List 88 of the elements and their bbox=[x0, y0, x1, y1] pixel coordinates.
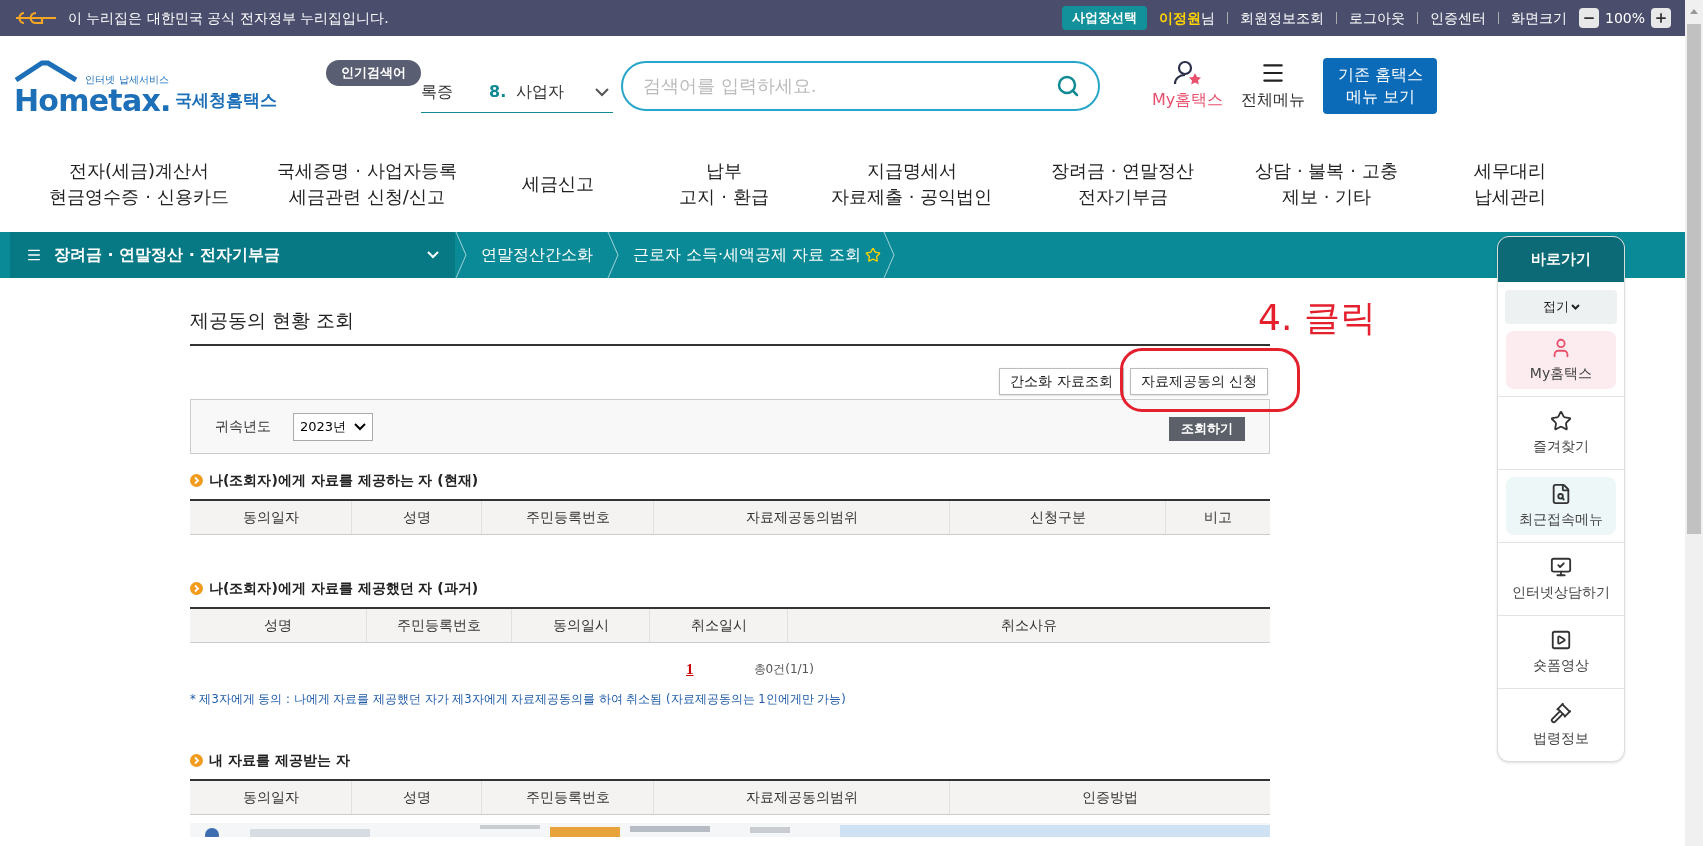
column-header: 성명 bbox=[351, 501, 481, 534]
star-icon[interactable] bbox=[865, 247, 882, 263]
chevron-down-icon bbox=[595, 87, 609, 97]
main-menu-item[interactable]: 세금신고 bbox=[476, 170, 640, 197]
top-link[interactable]: 로그아웃 bbox=[1348, 7, 1405, 29]
user-greeting: 이정원님 bbox=[1158, 8, 1215, 28]
house-roof-icon bbox=[14, 59, 78, 82]
column-header: 주민등록번호 bbox=[481, 780, 653, 814]
scroll-up-arrow-icon[interactable] bbox=[1689, 8, 1699, 14]
logo-name: 국세청홈택스 bbox=[174, 89, 277, 112]
popular-badge[interactable]: 인기검색어 bbox=[326, 59, 421, 86]
action-button[interactable]: 자료제공동의 신청 bbox=[1129, 368, 1268, 395]
column-header: 인증방법 bbox=[949, 780, 1270, 814]
quick-menu-item[interactable]: 숏폼영상 bbox=[1498, 623, 1624, 681]
main-menu-item[interactable]: 세무대리 납세관리 bbox=[1423, 157, 1597, 210]
quick-menu-item[interactable]: 인터넷상담하기 bbox=[1498, 550, 1624, 608]
menu-icon bbox=[26, 247, 42, 263]
all-menu-link[interactable]: 전체메뉴 bbox=[1241, 59, 1306, 112]
quick-menu-item[interactable]: My홈택스 bbox=[1506, 331, 1616, 389]
breadcrumb-link[interactable]: 연말정산간소화 bbox=[467, 243, 607, 267]
column-header: 신청구분 bbox=[949, 501, 1165, 534]
category-menu[interactable]: 장려금 · 연말정산 · 전자기부금 bbox=[10, 232, 455, 278]
main-menu-item[interactable]: 국세증명 · 사업자등록 세금관련 신청/신고 bbox=[258, 157, 476, 210]
workplace-button[interactable]: 사업장선택 bbox=[1061, 6, 1147, 30]
main-menu-item[interactable]: 전자(세금)계산서 현금영수증 · 신용카드 bbox=[20, 157, 258, 210]
logo-tagline: 인터넷 납세서비스 bbox=[85, 73, 169, 86]
page-link[interactable]: 1 bbox=[686, 658, 694, 681]
top-link[interactable]: 회원정보조회 bbox=[1239, 7, 1324, 29]
document-search-icon bbox=[1550, 482, 1572, 505]
search-icon[interactable] bbox=[1056, 73, 1080, 98]
play-icon bbox=[1550, 628, 1572, 651]
column-header: 취소사유 bbox=[787, 609, 1270, 642]
zoom-in-button[interactable] bbox=[1651, 8, 1671, 28]
zoom-value: 100% bbox=[1604, 8, 1645, 28]
column-header: 성명 bbox=[263, 616, 293, 635]
scrollbar-thumb[interactable] bbox=[1687, 24, 1701, 534]
total-count: 총0건(1/1) bbox=[753, 661, 814, 679]
quick-menu-title: 바로가기 bbox=[1498, 237, 1624, 282]
chevron-down-icon bbox=[1570, 303, 1580, 311]
column-header: 취소일시 bbox=[649, 609, 787, 642]
annotation-text: 4. 클릭 bbox=[1258, 298, 1376, 338]
notice-text: 이 누리집은 대한민국 공식 전자정부 누리집입니다. bbox=[68, 8, 389, 28]
quick-menu-item[interactable]: 최근접속메뉴 bbox=[1506, 477, 1616, 535]
collapse-button[interactable]: 접기 bbox=[1505, 290, 1617, 324]
gavel-icon bbox=[1550, 701, 1572, 724]
bullet-icon bbox=[190, 474, 203, 487]
section-title: 나(조회자)에게 자료를 제공하는 자 (현재) bbox=[209, 471, 479, 490]
category-select[interactable]: 록증 8. 사업자 bbox=[421, 72, 613, 113]
section-title: 나(조회자)에게 자료를 제공했던 자 (과거) bbox=[209, 579, 479, 598]
main-menu-item[interactable]: 지급명세서 자료제출 · 공익법인 bbox=[808, 157, 1015, 210]
note-text: * 제3자에게 동의 : 나에게 자료를 제공했던 자가 제3자에게 자료제공동의를 하여 취소됨 (자료제공동의는 1인에게만 가능) bbox=[190, 690, 847, 708]
filter-label: 귀속년도 bbox=[215, 417, 271, 437]
zoom-out-button[interactable] bbox=[1578, 8, 1599, 28]
bullet-icon bbox=[190, 753, 203, 767]
chevron-down-icon bbox=[354, 422, 367, 431]
search-field[interactable]: 검색어를 입력하세요. bbox=[621, 60, 1100, 111]
column-header: 자료제공동의범위 bbox=[653, 780, 949, 814]
quick-menu-item[interactable]: 즐겨찾기 bbox=[1498, 404, 1624, 462]
star-icon bbox=[1550, 409, 1572, 432]
chevron-down-icon bbox=[427, 251, 439, 259]
search-button[interactable]: 조회하기 bbox=[1169, 417, 1245, 441]
legacy-menu-button[interactable]: 기존 홈택스 메뉴 보기 bbox=[1323, 57, 1438, 114]
top-link[interactable]: 인증센터 bbox=[1429, 7, 1486, 29]
my-hometax-link[interactable]: My홈택스 bbox=[1152, 59, 1224, 112]
column-header: 주민등록번호 bbox=[481, 501, 653, 534]
logo-wordmark: Hometax. bbox=[14, 85, 171, 116]
breadcrumb-separator bbox=[455, 232, 467, 278]
breadcrumb-link[interactable]: 근로자 소득·세액공제 자료 조회 bbox=[619, 243, 876, 267]
breadcrumb-separator bbox=[883, 232, 896, 278]
column-header: 성명 bbox=[351, 780, 481, 814]
column-header: 동의일자 bbox=[241, 787, 300, 807]
column-header: 동의일시 bbox=[511, 609, 649, 642]
year-select[interactable]: 2023년 bbox=[293, 412, 374, 441]
zoom-label: 화면크기 bbox=[1510, 8, 1567, 28]
column-header: 자료제공동의범위 bbox=[653, 501, 949, 534]
main-menu-item[interactable]: 장려금 · 연말정산 전자기부금 bbox=[1015, 157, 1230, 210]
bullet-icon bbox=[190, 582, 203, 595]
column-header: 주민등록번호 bbox=[366, 609, 511, 642]
main-menu-item[interactable]: 상담 · 불복 · 고충 제보 · 기타 bbox=[1230, 157, 1423, 210]
action-button[interactable]: 간소화 자료조회 bbox=[999, 368, 1124, 395]
section-title: 내 자료를 제공받는 자 bbox=[209, 750, 350, 770]
person-star-icon bbox=[1172, 59, 1203, 86]
plus-icon bbox=[1654, 11, 1668, 25]
quick-menu-item[interactable]: 법령정보 bbox=[1498, 696, 1624, 754]
column-header: 동의일자 bbox=[241, 508, 300, 527]
main-menu-item[interactable]: 납부 고지 · 환급 bbox=[640, 157, 808, 210]
breadcrumb-separator bbox=[607, 232, 619, 278]
column-header: 비고 bbox=[1165, 501, 1270, 534]
